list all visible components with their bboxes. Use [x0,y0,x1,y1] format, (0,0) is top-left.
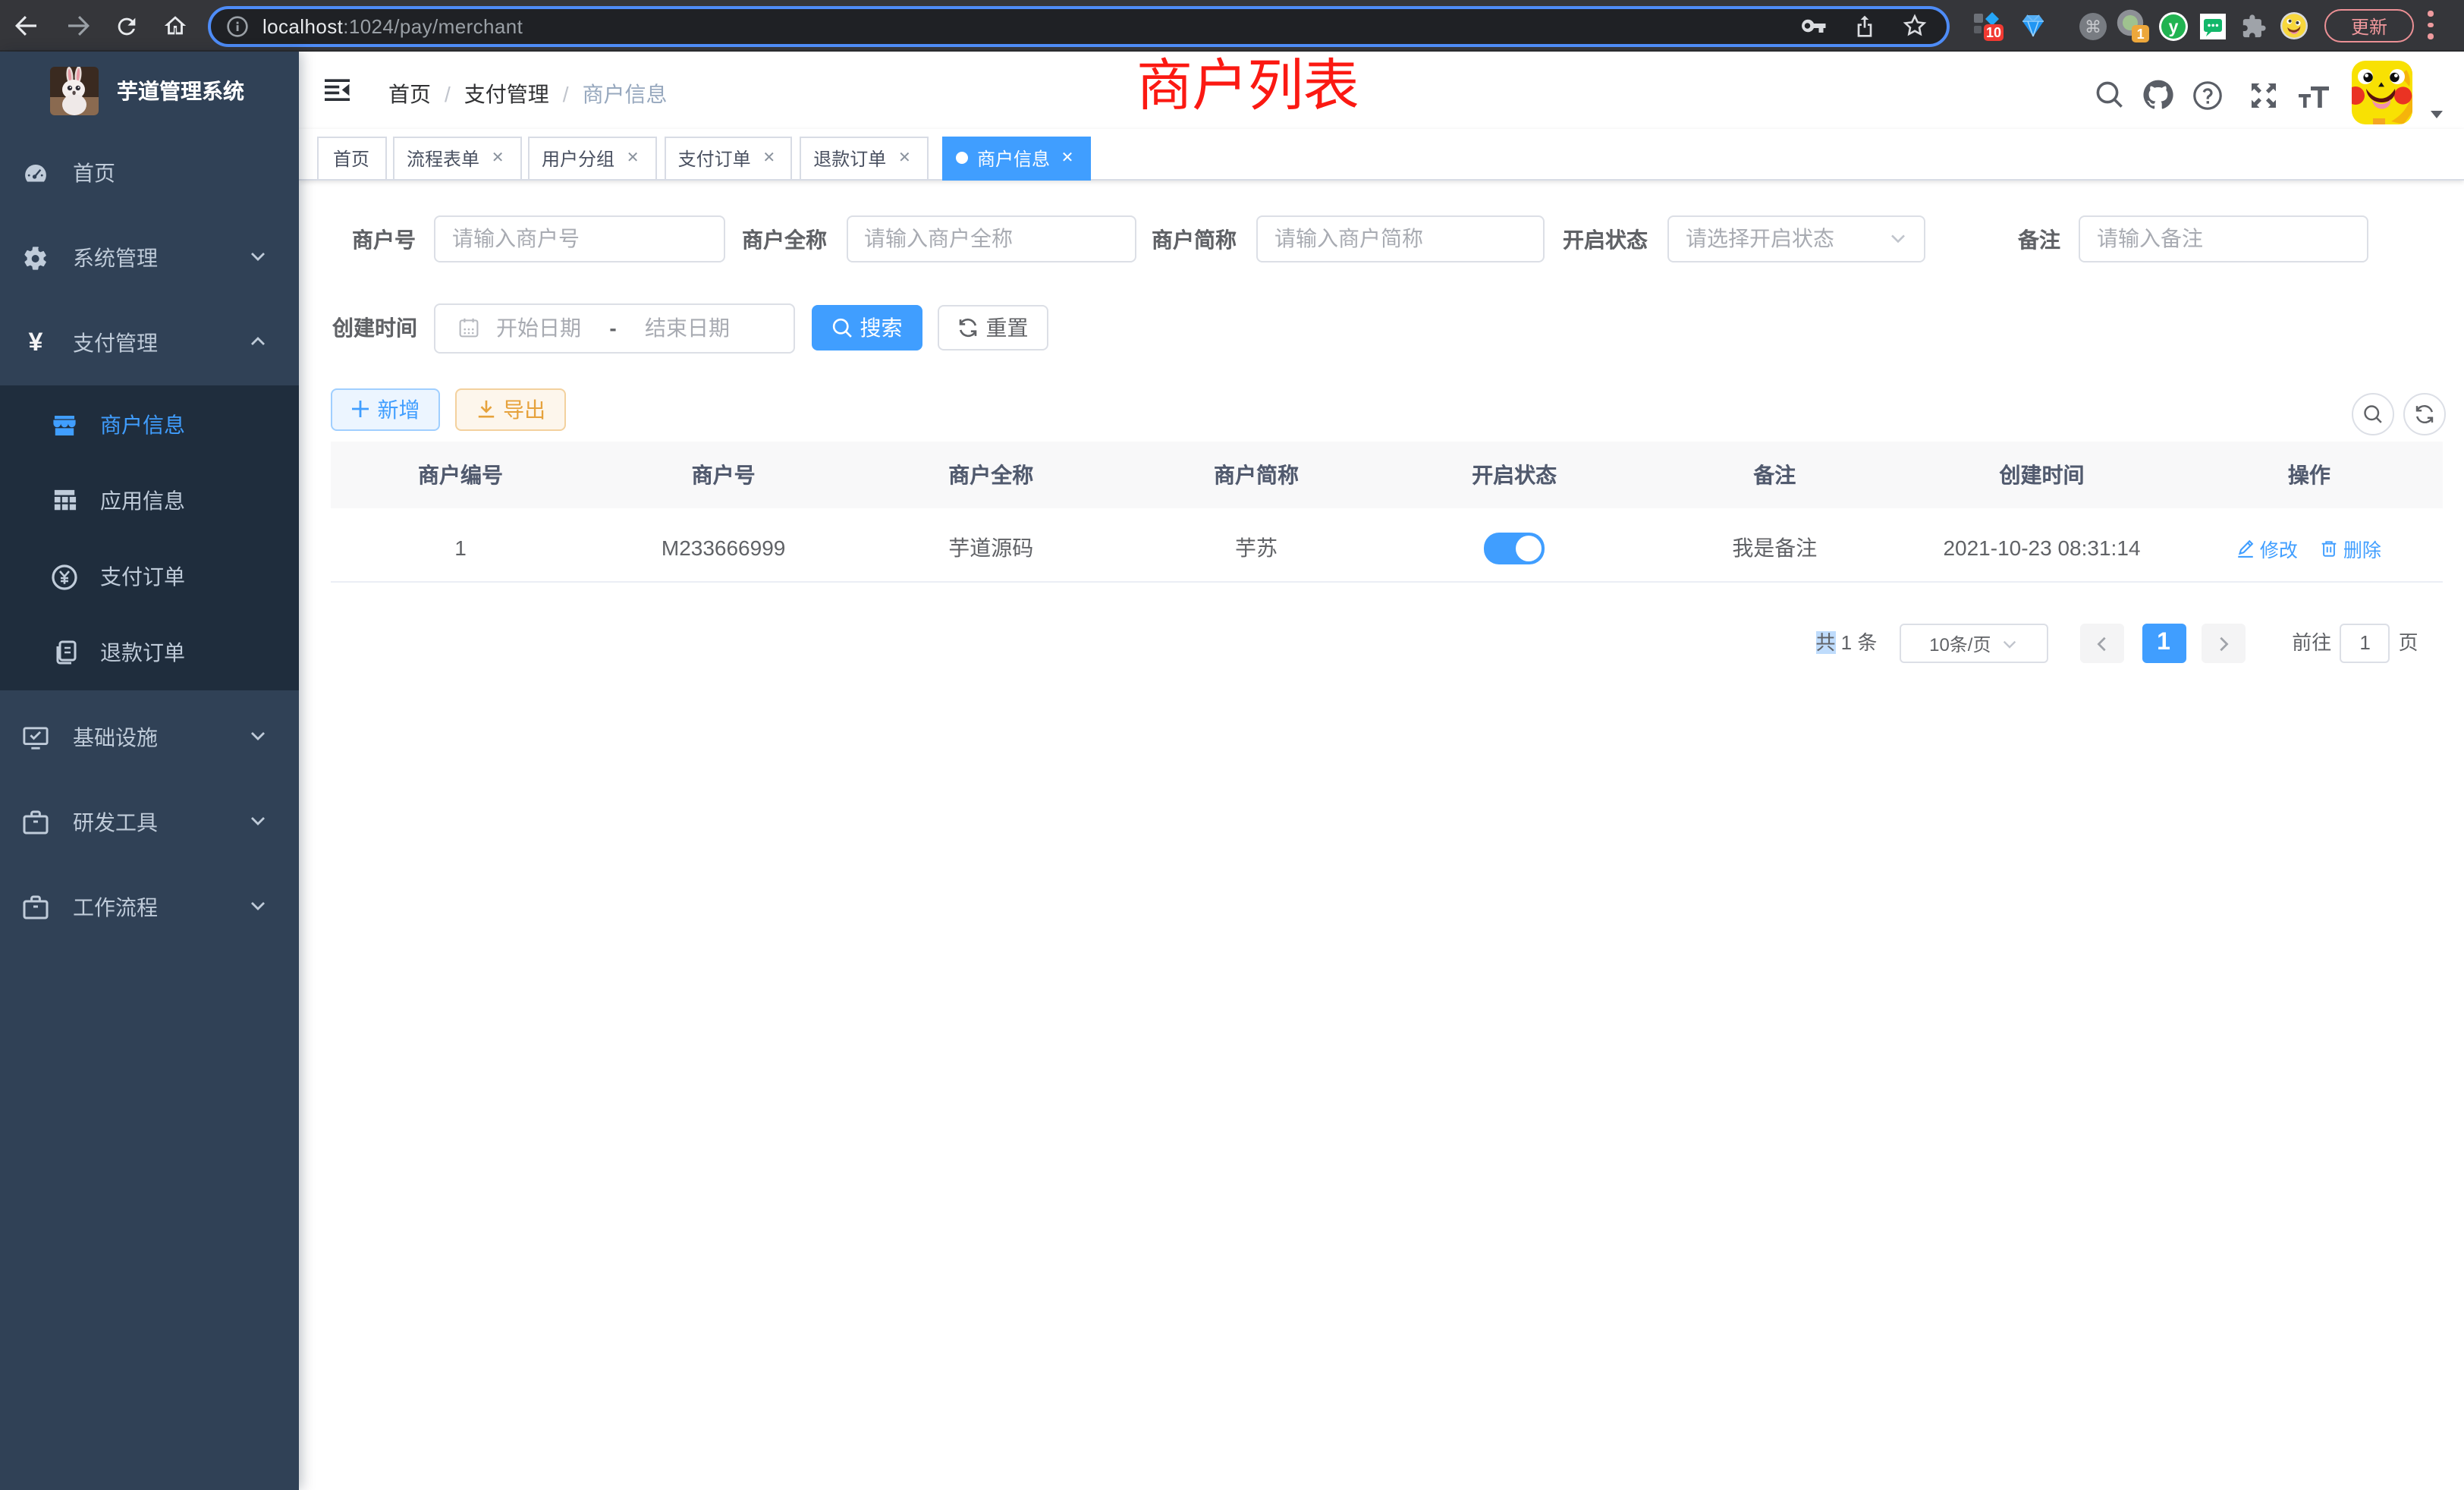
svg-text:10: 10 [1986,24,2001,39]
svg-text:y: y [2169,16,2179,36]
svg-text:1: 1 [2137,26,2145,41]
svg-text:⌘: ⌘ [2085,17,2101,36]
